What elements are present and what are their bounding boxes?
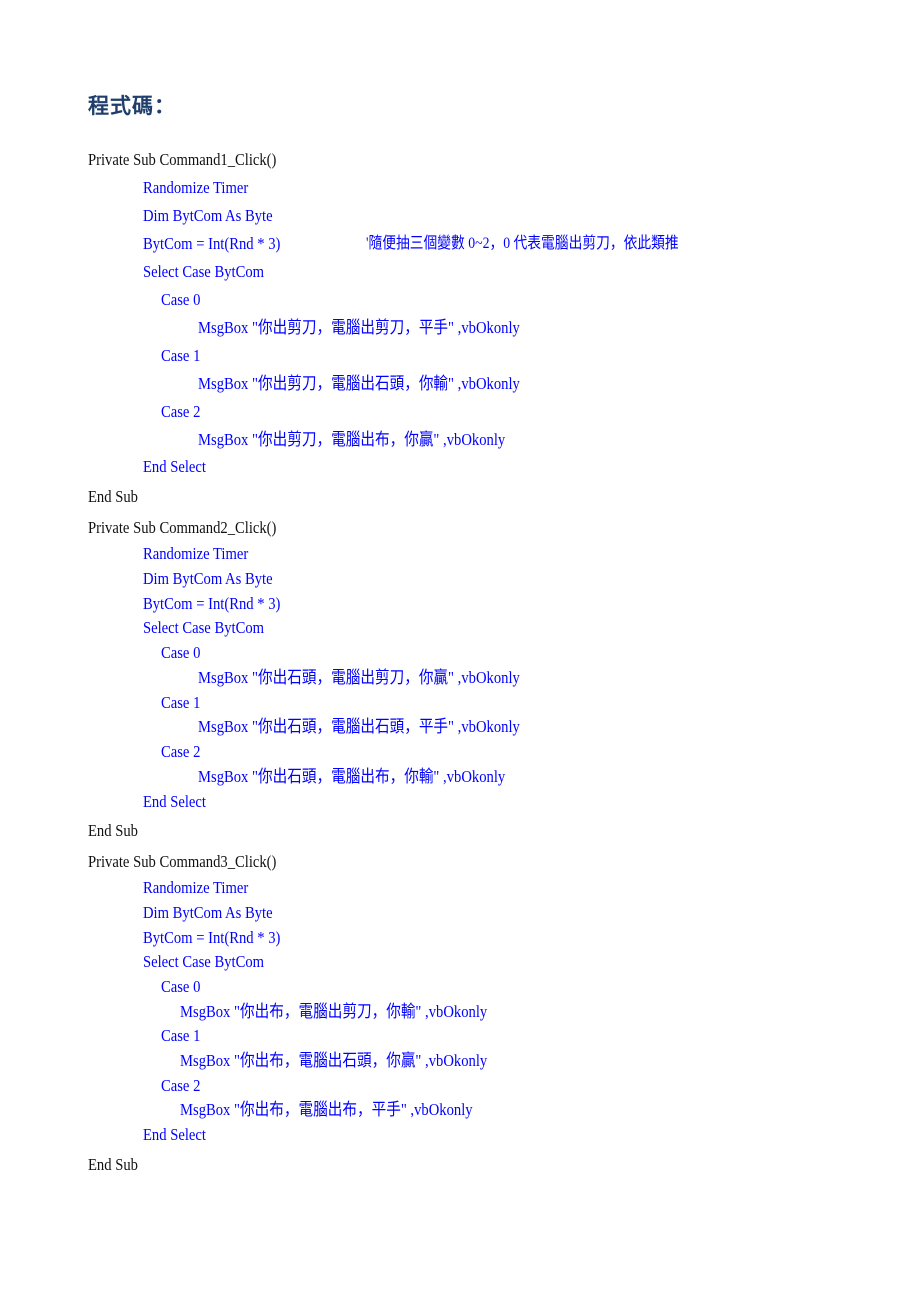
sub2-header: Private Sub Command2_Click() xyxy=(88,518,277,537)
sub2-case2: Case 2 xyxy=(161,742,201,761)
sub1-end-sub: End Sub xyxy=(88,487,138,506)
sub1-header: Private Sub Command1_Click() xyxy=(88,150,277,169)
sub2-case0: Case 0 xyxy=(161,643,201,662)
sub1-case2: Case 2 xyxy=(161,402,201,421)
sub3-case2: Case 2 xyxy=(161,1076,201,1095)
sub3-msg0: MsgBox "你出布，電腦出剪刀，你輸" ,vbOkonly xyxy=(180,1002,488,1021)
sub2-dim: Dim BytCom As Byte xyxy=(143,569,273,588)
sub2-msg0: MsgBox "你出石頭，電腦出剪刀，你贏" ,vbOkonly xyxy=(198,668,520,687)
sub1-case0: Case 0 xyxy=(161,290,201,309)
sub3-case0: Case 0 xyxy=(161,977,201,996)
sub2-case1: Case 1 xyxy=(161,693,201,712)
sub3-end-sub: End Sub xyxy=(88,1155,138,1174)
sub2-end-select: End Select xyxy=(143,792,206,811)
sub1-msg2: MsgBox "你出剪刀，電腦出布，你贏" ,vbOkonly xyxy=(198,430,506,449)
sub3-msg2: MsgBox "你出布，電腦出布，平手" ,vbOkonly xyxy=(180,1100,473,1119)
sub2-end-sub: End Sub xyxy=(88,821,138,840)
sub3-dim: Dim BytCom As Byte xyxy=(143,903,273,922)
sub3-end-select: End Select xyxy=(143,1125,206,1144)
sub1-select: Select Case BytCom xyxy=(143,262,265,281)
sub3-select: Select Case BytCom xyxy=(143,952,265,971)
sub1-assign: BytCom = Int(Rnd * 3) xyxy=(143,234,281,253)
section-heading: 程式碼： xyxy=(88,93,176,118)
sub1-randomize: Randomize Timer xyxy=(143,178,249,197)
sub1-end-select: End Select xyxy=(143,457,206,476)
sub1-comment: '隨便抽三個變數 0~2，0 代表電腦出剪刀，依此類推 xyxy=(366,235,679,252)
sub1-dim: Dim BytCom As Byte xyxy=(143,206,273,225)
sub2-assign: BytCom = Int(Rnd * 3) xyxy=(143,594,281,613)
sub3-assign: BytCom = Int(Rnd * 3) xyxy=(143,928,281,947)
sub3-randomize: Randomize Timer xyxy=(143,878,249,897)
sub2-msg2: MsgBox "你出石頭，電腦出布，你輸" ,vbOkonly xyxy=(198,767,506,786)
sub1-msg0: MsgBox "你出剪刀，電腦出剪刀，平手" ,vbOkonly xyxy=(198,318,520,337)
sub2-randomize: Randomize Timer xyxy=(143,544,249,563)
document-page: 程式碼： Private Sub Command1_Click() Random… xyxy=(0,0,920,1302)
sub3-header: Private Sub Command3_Click() xyxy=(88,852,277,871)
sub3-msg1: MsgBox "你出布，電腦出石頭，你贏" ,vbOkonly xyxy=(180,1051,488,1070)
sub2-msg1: MsgBox "你出石頭，電腦出石頭，平手" ,vbOkonly xyxy=(198,717,520,736)
sub2-select: Select Case BytCom xyxy=(143,618,265,637)
sub1-msg1: MsgBox "你出剪刀，電腦出石頭，你輸" ,vbOkonly xyxy=(198,374,520,393)
sub1-case1: Case 1 xyxy=(161,346,201,365)
sub3-case1: Case 1 xyxy=(161,1026,201,1045)
